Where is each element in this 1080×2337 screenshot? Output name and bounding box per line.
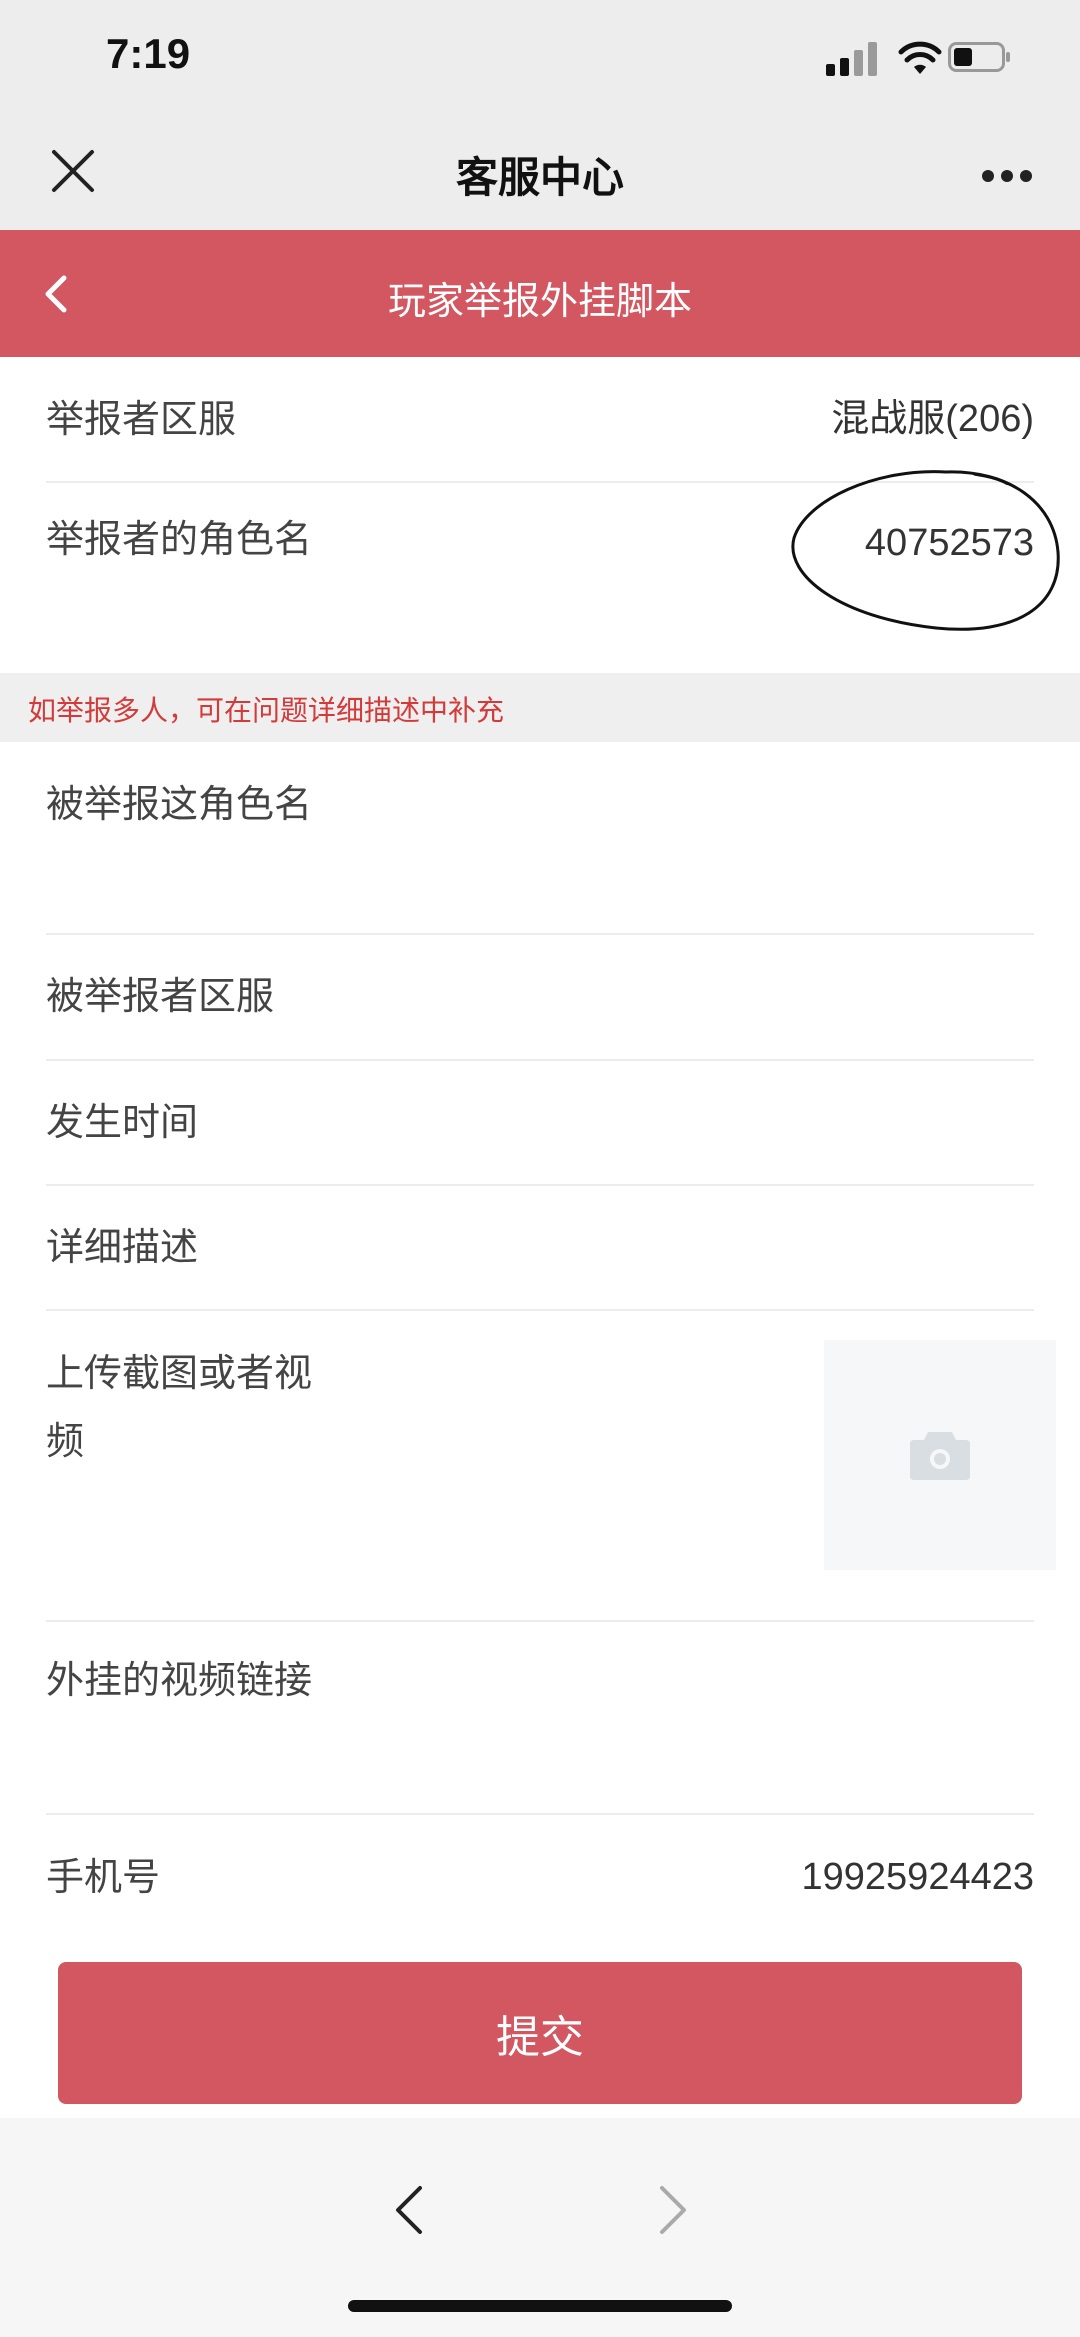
- reporter-role-value[interactable]: 40752573: [865, 509, 1034, 577]
- wifi-icon: [898, 41, 942, 74]
- upload-button[interactable]: [824, 1340, 1056, 1570]
- more-icon[interactable]: [982, 170, 1032, 182]
- submit-button[interactable]: 提交: [58, 1962, 1022, 2104]
- description-label: 详细描述: [46, 1225, 199, 1269]
- section-header: 玩家举报外挂脚本: [0, 230, 1080, 357]
- form-row-video-link[interactable]: 外挂的视频链接: [46, 1620, 1034, 1815]
- video-link-label: 外挂的视频链接: [46, 1658, 313, 1702]
- reported-server-label: 被举报者区服: [46, 974, 275, 1018]
- chevron-right-icon[interactable]: [652, 2182, 692, 2238]
- hint-text: 如举报多人，可在问题详细描述中补充: [28, 694, 505, 727]
- camera-icon: [910, 1432, 970, 1480]
- hint-band: 如举报多人，可在问题详细描述中补充: [0, 673, 1080, 742]
- top-nav: 客服中心: [0, 118, 1080, 230]
- chevron-left-icon[interactable]: [390, 2182, 430, 2238]
- status-time: 7:19: [106, 30, 191, 77]
- status-bar: 7:19: [0, 0, 1080, 118]
- upload-label: 上传截图或者视频: [46, 1351, 313, 1463]
- battery-icon: [948, 42, 1010, 72]
- phone-label: 手机号: [46, 1855, 161, 1899]
- time-label: 发生时间: [46, 1100, 199, 1144]
- submit-area: 提交: [0, 1942, 1080, 2118]
- page-title: 客服中心: [455, 153, 624, 202]
- section-title: 玩家举报外挂脚本: [387, 279, 692, 323]
- form-row-reporter-server[interactable]: 举报者区服 混战服(206): [46, 357, 1034, 483]
- reporter-server-value[interactable]: 混战服(206): [831, 385, 1034, 453]
- form-row-reported-role[interactable]: 被举报这角色名: [46, 742, 1034, 935]
- form-row-description[interactable]: 详细描述: [46, 1184, 1034, 1311]
- reporter-role-label: 举报者的角色名: [46, 517, 313, 561]
- phone-value[interactable]: 19925924423: [802, 1843, 1034, 1911]
- browser-toolbar: [0, 2118, 1080, 2337]
- form-row-reporter-role[interactable]: 举报者的角色名 40752573: [46, 481, 1034, 673]
- signal-icon: [826, 42, 880, 76]
- reported-role-label: 被举报这角色名: [46, 782, 313, 826]
- reporter-server-label: 举报者区服: [46, 397, 237, 441]
- form-row-time[interactable]: 发生时间: [46, 1059, 1034, 1186]
- form-row-phone[interactable]: 手机号 19925924423: [46, 1813, 1034, 1946]
- form-row-reported-server[interactable]: 被举报者区服: [46, 933, 1034, 1061]
- home-indicator: [348, 2300, 732, 2312]
